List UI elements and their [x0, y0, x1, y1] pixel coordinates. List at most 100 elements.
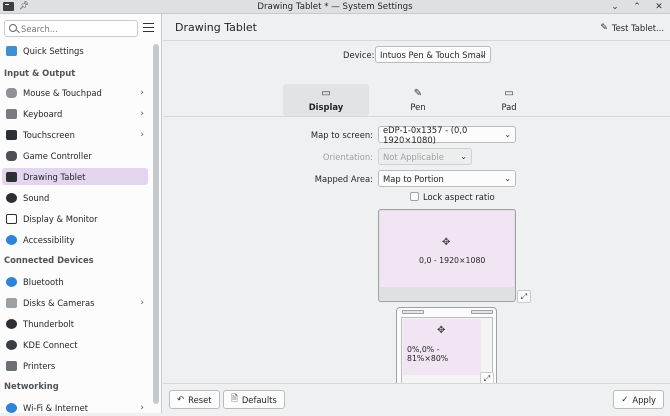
check-icon: ✓ [621, 394, 629, 405]
sidebar-item-display-monitor[interactable]: Display & Monitor [2, 210, 148, 227]
sidebar-item-label: KDE Connect [23, 339, 78, 350]
chevron-down-icon: ⌄ [504, 174, 511, 183]
sidebar-item-sound[interactable]: Sound [2, 189, 148, 206]
disk-icon [6, 297, 17, 308]
screen-area-preview: ✥ 0,0 - 1920×1080 [378, 209, 516, 302]
thunderbolt-icon [6, 318, 17, 329]
maximize-icon[interactable]: ⌃ [626, 0, 648, 14]
printer-icon [6, 360, 17, 371]
sidebar-item-bluetooth[interactable]: Bluetooth [2, 273, 148, 290]
chevron-right-icon: › [140, 298, 144, 308]
sidebar-item-label: Display & Monitor [23, 213, 98, 224]
tab-bar: ▭ Display ✎ Pen ▭ Pad [283, 84, 553, 116]
touchscreen-icon [6, 129, 17, 140]
close-icon[interactable]: ✕ [648, 0, 670, 14]
apply-button[interactable]: ✓ Apply [613, 390, 664, 409]
sidebar-item-disks-cameras[interactable]: Disks & Cameras › [2, 294, 148, 311]
sidebar-item-label: Quick Settings [23, 45, 84, 56]
sidebar-item-drawing-tablet[interactable]: Drawing Tablet [2, 168, 148, 185]
sidebar-item-thunderbolt[interactable]: Thunderbolt [2, 315, 148, 332]
sidebar-item-keyboard[interactable]: Keyboard › [2, 105, 148, 122]
section-header-networking: Networking [4, 381, 59, 391]
device-label: Device: [343, 50, 375, 60]
sidebar-item-kde-connect[interactable]: KDE Connect [2, 336, 148, 353]
sidebar-item-mouse-touchpad[interactable]: Mouse & Touchpad › [2, 84, 148, 101]
search-icon [9, 24, 17, 32]
sidebar-item-game-controller[interactable]: Game Controller [2, 147, 148, 164]
sidebar-item-printers[interactable]: Printers [2, 357, 148, 374]
window-title: Drawing Tablet * — System Settings [257, 2, 413, 12]
tab-display[interactable]: ▭ Display [283, 84, 369, 116]
chevron-down-icon: ⌄ [460, 152, 467, 161]
tab-divider [163, 116, 670, 117]
test-tablet-button[interactable]: ✎ Test Tablet... [600, 19, 664, 36]
resize-screen-button[interactable]: ⤢ [517, 290, 531, 303]
page-title: Drawing Tablet [175, 21, 257, 34]
document-icon: 🗎︎ [231, 393, 238, 404]
sidebar-item-label: Disks & Cameras [23, 297, 95, 308]
tablet-button-strip [402, 310, 424, 314]
search-box[interactable] [4, 20, 138, 37]
chevron-right-icon: › [140, 403, 144, 413]
chevron-down-icon: ⌄ [504, 130, 511, 139]
pad-icon: ▭ [504, 88, 514, 99]
keyboard-icon [6, 108, 17, 119]
sidebar-item-touchscreen[interactable]: Touchscreen › [2, 126, 148, 143]
bluetooth-icon [6, 276, 17, 287]
sidebar-item-label: Game Controller [23, 150, 92, 161]
reset-label: Reset [188, 394, 212, 405]
test-tablet-label: Test Tablet... [611, 22, 664, 33]
move-icon[interactable]: ✥ [437, 325, 445, 336]
sidebar-item-label: Wi-Fi & Internet [23, 402, 89, 413]
tab-pad[interactable]: ▭ Pad [466, 84, 552, 116]
orientation-combo[interactable]: Not Applicable ⌄ [378, 148, 472, 165]
sidebar-scrollbar[interactable] [152, 44, 160, 404]
sidebar-item-quick-settings[interactable]: Quick Settings [2, 42, 148, 59]
tab-pen[interactable]: ✎ Pen [375, 84, 461, 116]
kde-connect-icon [6, 339, 17, 350]
map-to-screen-value: eDP-1-0x1357 - (0,0 1920×1080) [383, 124, 468, 145]
main-panel: Drawing Tablet ✎ Test Tablet... Device: … [163, 14, 670, 413]
map-to-screen-label: Map to screen: [310, 130, 373, 140]
tab-label: Display [308, 102, 344, 112]
apply-label: Apply [632, 394, 656, 405]
mapped-area-label: Mapped Area: [314, 174, 373, 184]
lock-aspect-ratio-checkbox[interactable] [410, 192, 419, 201]
wifi-icon [6, 402, 17, 413]
section-header-connected-devices: Connected Devices [4, 255, 94, 265]
map-to-screen-combo[interactable]: eDP-1-0x1357 - (0,0 1920×1080) ⌄ [378, 124, 516, 145]
hamburger-menu-icon[interactable] [143, 23, 155, 33]
defaults-button[interactable]: 🗎︎ Defaults [223, 390, 285, 409]
pen-icon: ✎ [600, 22, 608, 33]
page-header: Drawing Tablet ✎ Test Tablet... [163, 14, 670, 41]
mapped-area-value: Map to Portion [383, 173, 444, 184]
chevron-right-icon: › [140, 130, 144, 140]
sidebar: Quick Settings Input & Output Mouse & To… [0, 14, 162, 413]
drawing-tablet-icon [6, 171, 17, 182]
sidebar-item-accessibility[interactable]: Accessibility [2, 231, 148, 248]
screen-area-text: 0,0 - 1920×1080 [419, 256, 486, 265]
quick-settings-icon [6, 45, 17, 56]
chevron-right-icon: › [140, 109, 144, 119]
orientation-value: Not Applicable [383, 151, 444, 162]
scrollbar-thumb[interactable] [153, 44, 159, 404]
search-input[interactable] [21, 23, 131, 34]
tablet-mapped-region[interactable]: ✥ 0%,0% - 81%×80% [403, 319, 481, 375]
defaults-label: Defaults [241, 394, 277, 405]
move-icon[interactable]: ✥ [442, 237, 450, 248]
speaker-icon [6, 192, 17, 203]
mapped-area-combo[interactable]: Map to Portion ⌄ [378, 170, 516, 187]
footer-bar: ↶ Reset 🗎︎ Defaults ✓ Apply [163, 383, 670, 413]
sidebar-item-wifi-internet[interactable]: Wi-Fi & Internet › [2, 399, 148, 416]
sidebar-item-label: Accessibility [23, 234, 75, 245]
sidebar-item-label: Sound [23, 192, 50, 203]
pen-icon: ✎ [413, 88, 423, 99]
sidebar-item-label: Bluetooth [23, 276, 64, 287]
screen-mapped-region[interactable]: ✥ 0,0 - 1920×1080 [380, 211, 514, 287]
undo-icon: ↶ [177, 394, 185, 405]
minimize-icon[interactable]: ⌄ [604, 0, 626, 14]
device-combo[interactable]: Intuos Pen & Touch Small ⌄ [375, 46, 491, 63]
reset-button[interactable]: ↶ Reset [169, 390, 220, 409]
orientation-label: Orientation: [322, 152, 373, 162]
display-icon: ▭ [321, 88, 331, 99]
